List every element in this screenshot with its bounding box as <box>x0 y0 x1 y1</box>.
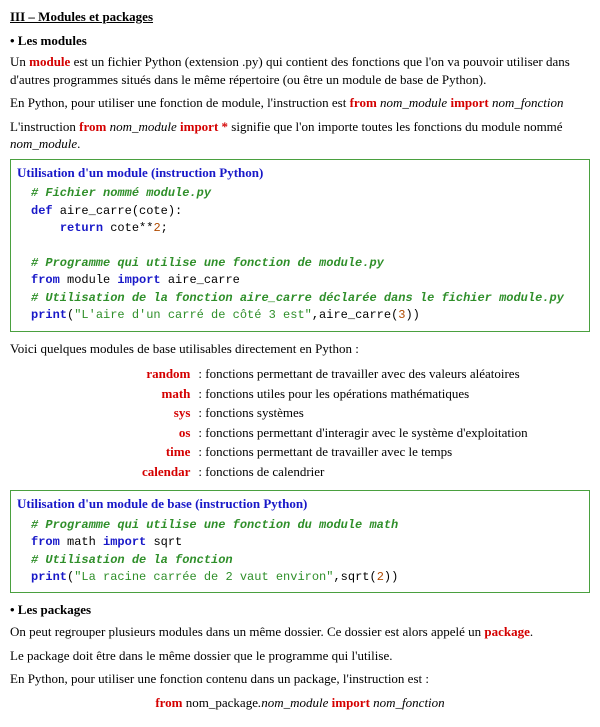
table-row: time: fonctions permettant de travailler… <box>142 443 532 461</box>
paragraph-import-syntax: En Python, pour utiliser une fonction de… <box>10 94 590 112</box>
paragraph-mods-intro: Voici quelques modules de base utilisabl… <box>10 340 590 358</box>
subheading-modules: • Les modules <box>10 32 590 50</box>
keyword-module: module <box>29 54 70 69</box>
paragraph-import-star: L'instruction from nom_module import * s… <box>10 118 590 153</box>
code-box-module: Utilisation d'un module (instruction Pyt… <box>10 159 590 332</box>
package-syntax-line: from nom_package.nom_module import nom_f… <box>10 694 590 712</box>
paragraph-package-def: On peut regrouper plusieurs modules dans… <box>10 623 590 641</box>
paragraph-package-folder: Le package doit être dans le même dossie… <box>10 647 590 665</box>
table-row: calendar: fonctions de calendrier <box>142 463 532 481</box>
paragraph-package-syntax-intro: En Python, pour utiliser une fonction co… <box>10 670 590 688</box>
code-block-1: # Fichier nommé module.py def aire_carre… <box>17 185 583 324</box>
keyword-package: package <box>484 624 530 639</box>
subheading-packages: • Les packages <box>10 601 590 619</box>
table-row: os: fonctions permettant d'interagir ave… <box>142 424 532 442</box>
section-heading: III – Modules et packages <box>10 8 590 26</box>
code-box-title: Utilisation d'un module de base (instruc… <box>17 495 583 513</box>
table-row: sys: fonctions systèmes <box>142 404 532 422</box>
code-box-title: Utilisation d'un module (instruction Pyt… <box>17 164 583 182</box>
table-row: math: fonctions utiles pour les opératio… <box>142 385 532 403</box>
paragraph-module-def: Un module est un fichier Python (extensi… <box>10 53 590 88</box>
modules-table: random: fonctions permettant de travaill… <box>140 363 534 482</box>
code-block-2: # Programme qui utilise une fonction du … <box>17 517 583 587</box>
table-row: random: fonctions permettant de travaill… <box>142 365 532 383</box>
code-box-base-module: Utilisation d'un module de base (instruc… <box>10 490 590 593</box>
